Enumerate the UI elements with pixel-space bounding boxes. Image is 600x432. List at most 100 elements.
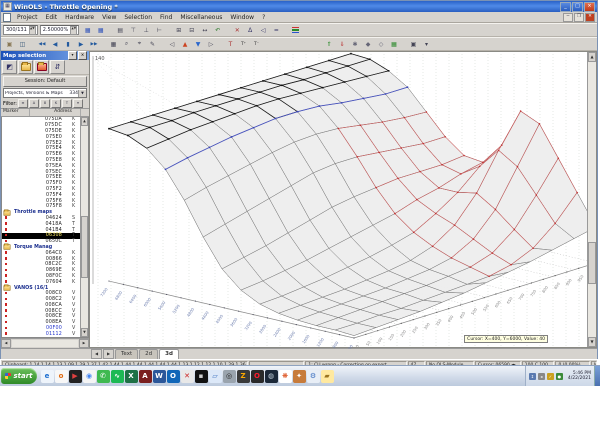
open-project-button[interactable]	[18, 60, 33, 74]
arrow-down-red-icon[interactable]: ⇓	[336, 38, 348, 50]
lock-icon[interactable]: ▣	[4, 38, 16, 50]
map-row[interactable]: 041B4 T	[2, 227, 80, 233]
star-icon[interactable]: ✱	[349, 38, 361, 50]
settings-wrench-icon[interactable]: ⚙	[306, 369, 320, 383]
export-button[interactable]: ⇵	[50, 60, 65, 74]
filter-button-5[interactable]: ▾	[72, 99, 83, 108]
excel-icon[interactable]: X	[124, 369, 138, 383]
show-desktop-button[interactable]	[594, 366, 600, 386]
text-view-icon[interactable]: ▤	[114, 24, 126, 36]
map-row[interactable]: 07604 K	[2, 279, 80, 285]
open-map-button[interactable]	[34, 60, 49, 74]
word-icon[interactable]: W	[152, 369, 166, 383]
filter-button-3[interactable]: K	[50, 99, 61, 108]
map-row[interactable]: 075E4 K	[2, 146, 80, 152]
map-list-scrollbar[interactable]: ▲ ▼	[80, 117, 88, 337]
scroll-down-icon[interactable]: ▼	[588, 337, 596, 347]
zoom-in-icon[interactable]: ⌕	[121, 38, 133, 50]
map-row[interactable]: 0418A T	[2, 221, 80, 227]
spinner-icon[interactable]: ▲▼	[70, 25, 78, 35]
map-row[interactable]: 00F00 V	[2, 326, 80, 332]
undo-icon[interactable]: ↶	[212, 24, 224, 36]
first-icon[interactable]: ◀◀	[36, 38, 48, 50]
step-left-icon[interactable]: ◁	[166, 38, 178, 50]
compare-icon[interactable]: ≃	[270, 24, 282, 36]
swap-icon[interactable]: ↔	[199, 24, 211, 36]
access-icon[interactable]: A	[138, 369, 152, 383]
explorer-icon[interactable]: ▱	[208, 369, 222, 383]
map-row[interactable]: 075F4 K	[2, 192, 80, 198]
spotify-icon[interactable]: ∿	[110, 369, 124, 383]
tab-text[interactable]: Text	[115, 349, 139, 359]
menu-item-window[interactable]: Window	[226, 14, 258, 21]
menu-item-hardware[interactable]: Hardware	[61, 14, 98, 21]
winamp-icon[interactable]: Z	[236, 369, 250, 383]
next-icon[interactable]: ▶	[75, 38, 87, 50]
map-row[interactable]: 08C2C K	[2, 262, 80, 268]
axis-left-icon[interactable]: ⊢	[153, 24, 165, 36]
scale-combo[interactable]: 2.50000% ▲▼	[39, 25, 80, 35]
map-row-selected[interactable]: 06308 T	[2, 232, 80, 239]
tab-3d[interactable]: 3d	[159, 349, 179, 359]
t-minus-icon[interactable]: T⁻	[251, 38, 263, 50]
scroll-down-icon[interactable]: ▼	[81, 328, 88, 337]
green-grid-icon[interactable]: ▦	[388, 38, 400, 50]
map-row[interactable]: 04624 S	[2, 216, 80, 222]
map-row[interactable]: 008CE V	[2, 314, 80, 320]
browser-orange-icon[interactable]: o	[54, 369, 68, 383]
zoom-combo[interactable]: 300/131 ▲▼	[3, 25, 38, 35]
whatsapp-icon[interactable]: ✆	[96, 369, 110, 383]
menu-item-view[interactable]: View	[98, 14, 120, 21]
map-row[interactable]: 01112 V	[2, 331, 80, 337]
folder-app-icon[interactable]: ▰	[320, 369, 334, 383]
media-player-icon[interactable]: ▶	[68, 369, 82, 383]
chart-vscrollbar[interactable]: ▲ ▼	[587, 52, 596, 347]
multiply-icon[interactable]: ✕	[231, 24, 243, 36]
map-row[interactable]: 075DE K	[2, 129, 80, 135]
chevron-down-icon[interactable]: ▼	[78, 89, 86, 97]
map-row[interactable]: 008C0 V	[2, 291, 80, 297]
mdi-restore-button[interactable]: ❐	[574, 12, 584, 22]
handshake-icon[interactable]: ✦	[292, 369, 306, 383]
tab-2d[interactable]: 2d	[139, 349, 159, 359]
session-button[interactable]: Session: Default	[3, 76, 87, 87]
delta-icon[interactable]: Δ	[244, 24, 256, 36]
channels-icon[interactable]	[290, 24, 302, 36]
diamond2-icon[interactable]: ◇	[375, 38, 387, 50]
zoom-target-icon[interactable]: ⌖	[134, 38, 146, 50]
scroll-up-icon[interactable]: ▲	[81, 117, 88, 126]
mdi-minimize-button[interactable]: ─	[563, 12, 573, 22]
internet-explorer-icon[interactable]: e	[40, 369, 54, 383]
t-plus-icon[interactable]: T⁺	[238, 38, 250, 50]
maximize-button[interactable]: □	[572, 1, 583, 12]
map-row[interactable]: 075E8 K	[2, 158, 80, 164]
diamond-icon[interactable]: ◆	[362, 38, 374, 50]
map-row[interactable]: 075EE K	[2, 175, 80, 181]
menu-item-find[interactable]: Find	[156, 14, 176, 21]
browser-multicolor-icon[interactable]: ❋	[278, 369, 292, 383]
taskbar-clock[interactable]: 5:46 PM 4/22/2021	[568, 371, 591, 381]
scroll-left-icon[interactable]: ◀	[1, 339, 11, 348]
close-button[interactable]: ×	[584, 1, 595, 12]
map-row[interactable]: 064C0 K	[2, 250, 80, 256]
value-up-icon[interactable]: ▲	[179, 38, 191, 50]
spinner-icon[interactable]: ▲▼	[28, 25, 36, 35]
menu-item-project[interactable]: Project	[13, 14, 42, 21]
filter-button-0[interactable]: ≡	[17, 99, 28, 108]
map-row[interactable]: 075F0 K	[2, 181, 80, 187]
grid-small-icon[interactable]: ▦	[108, 38, 120, 50]
grid-view-icon[interactable]: ▦	[82, 24, 94, 36]
scroll-up-icon[interactable]: ▲	[588, 52, 596, 62]
map-row[interactable]: 075E2 K	[2, 140, 80, 146]
map-row[interactable]: 008C2 V	[2, 297, 80, 303]
map-row[interactable]: 075EC K	[2, 169, 80, 175]
opera-icon[interactable]: O	[250, 369, 264, 383]
camera-icon[interactable]: ◎	[222, 369, 236, 383]
scroll-right-icon[interactable]: ▶	[79, 339, 89, 348]
start-button[interactable]: start	[1, 368, 37, 384]
menu-item-selection[interactable]: Selection	[120, 14, 156, 21]
map-row[interactable]: 075F8 K	[2, 204, 80, 210]
map-row[interactable]: 075F6 K	[2, 198, 80, 204]
tray-network-icon[interactable]: ↕	[528, 372, 536, 380]
filter-button-4[interactable]: T	[61, 99, 72, 108]
